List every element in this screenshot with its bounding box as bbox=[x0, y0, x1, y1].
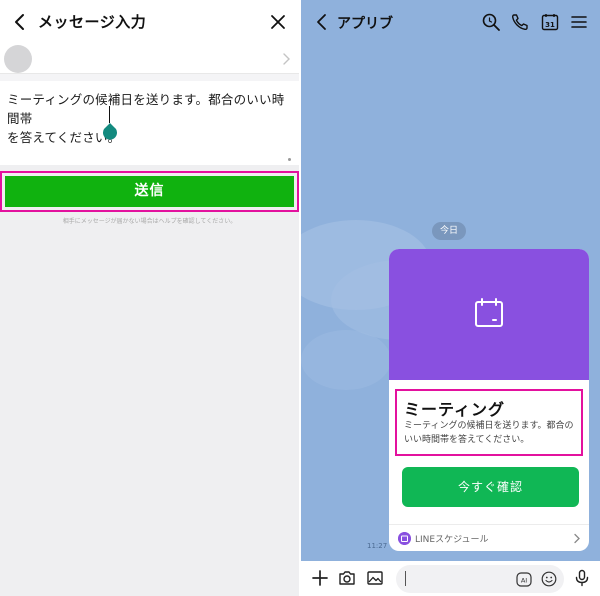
cursor-handle-icon[interactable] bbox=[102, 123, 118, 141]
calendar-icon bbox=[475, 298, 503, 327]
send-button[interactable]: 送信 bbox=[5, 176, 294, 207]
microphone-icon[interactable] bbox=[573, 569, 591, 587]
calendar-icon-day: 31 bbox=[545, 21, 555, 29]
search-icon[interactable] bbox=[481, 12, 501, 32]
message-text[interactable]: ミーティングの候補日を送ります。都合のいい時間帯 を答えてください。 bbox=[7, 90, 295, 147]
close-icon[interactable] bbox=[266, 10, 290, 34]
compose-header: メッセージ入力 bbox=[0, 0, 299, 44]
image-icon[interactable] bbox=[366, 569, 384, 587]
card-title: ミーティング bbox=[404, 400, 506, 419]
send-highlight: 送信 bbox=[0, 171, 299, 212]
calendar-icon[interactable]: 31 bbox=[540, 12, 560, 32]
plus-icon[interactable] bbox=[311, 569, 329, 587]
camera-icon[interactable] bbox=[338, 569, 356, 587]
card-text-highlight: ミーティング ミーティングの候補日を送ります。都合のいい時間帯を答えてください。 bbox=[395, 389, 583, 456]
message-editor[interactable]: ミーティングの候補日を送ります。都合のいい時間帯 を答えてください。 bbox=[0, 81, 299, 165]
chevron-left-icon[interactable] bbox=[8, 10, 32, 34]
phone-icon[interactable] bbox=[510, 12, 530, 32]
text-caret bbox=[109, 106, 110, 123]
chevron-right-icon bbox=[574, 533, 580, 544]
divider bbox=[0, 74, 299, 81]
ai-label: AI bbox=[521, 577, 527, 585]
background-cloud bbox=[301, 330, 391, 390]
date-badge: 今日 bbox=[432, 222, 466, 240]
compose-panel: メッセージ入力 ミーティングの候補日を送ります。都合のいい時間帯 を答えてくださ… bbox=[0, 0, 299, 596]
message-timestamp: 11:27 bbox=[367, 542, 388, 550]
line-schedule-icon bbox=[398, 532, 411, 545]
confirm-now-button[interactable]: 今すぐ確認 bbox=[402, 467, 579, 507]
message-input[interactable]: AI bbox=[396, 565, 564, 593]
emoji-icon[interactable] bbox=[541, 571, 557, 587]
chat-input-bar: AI bbox=[301, 561, 600, 596]
chat-title: アプリブ bbox=[337, 16, 393, 32]
chevron-left-icon[interactable] bbox=[311, 11, 333, 33]
avatar bbox=[4, 45, 32, 73]
message-line: を答えてください。 bbox=[7, 130, 121, 145]
footer-label: LINEスケジュール bbox=[415, 535, 489, 545]
chevron-right-icon bbox=[283, 53, 290, 65]
page-title: メッセージ入力 bbox=[38, 13, 147, 31]
card-footer[interactable]: LINEスケジュール bbox=[389, 524, 589, 551]
resize-grip[interactable] bbox=[288, 158, 291, 161]
text-caret bbox=[405, 571, 406, 586]
schedule-card[interactable]: ミーティング ミーティングの候補日を送ります。都合のいい時間帯を答えてください。… bbox=[389, 249, 589, 551]
chat-panel: アプリブ 31 今日 ミーティング ミーティングの候補日を送ります。都合のいい時… bbox=[301, 0, 600, 596]
help-text: 相手にメッセージが届かない場合はヘルプを確認してください。 bbox=[62, 218, 237, 225]
menu-icon[interactable] bbox=[569, 12, 589, 32]
ai-icon[interactable]: AI bbox=[516, 572, 532, 587]
recipient-row[interactable] bbox=[0, 44, 299, 74]
card-banner bbox=[389, 249, 589, 380]
card-description: ミーティングの候補日を送ります。都合のいい時間帯を答えてください。 bbox=[404, 421, 574, 445]
chat-header: アプリブ 31 bbox=[301, 0, 600, 44]
message-line: ミーティングの候補日を送ります。都合のいい時間帯 bbox=[7, 92, 285, 126]
